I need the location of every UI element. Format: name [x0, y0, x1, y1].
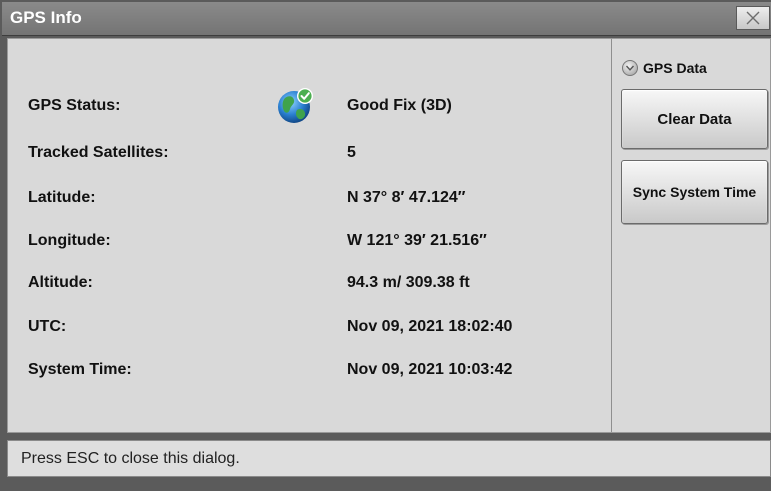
close-button[interactable]	[736, 6, 770, 30]
clear-data-button[interactable]: Clear Data	[621, 89, 768, 149]
globe-check-icon	[278, 88, 313, 123]
dialog-title: GPS Info	[10, 8, 82, 27]
gps-status-label: GPS Status:	[28, 97, 121, 114]
longitude-value: W 121° 39′ 21.516″	[347, 232, 487, 249]
satellites-value: 5	[347, 144, 356, 161]
latitude-value: N 37° 8′ 47.124″	[347, 189, 466, 206]
gps-info-dialog: GPS Info GPS Status: Good Fix (3D) Track…	[0, 0, 771, 491]
altitude-value: 94.3 m/ 309.38 ft	[347, 274, 470, 291]
system-time-value: Nov 09, 2021 10:03:42	[347, 361, 513, 378]
title-bar: GPS Info	[2, 2, 771, 36]
gps-data-toggle[interactable]: GPS Data	[622, 60, 707, 76]
close-icon	[746, 11, 760, 25]
info-panel: GPS Status: Good Fix (3D) Tracked Satell…	[7, 38, 771, 433]
status-bar: Press ESC to close this dialog.	[7, 440, 771, 477]
longitude-label: Longitude:	[28, 232, 111, 249]
chevron-down-icon	[622, 60, 638, 76]
status-text: Press ESC to close this dialog.	[21, 450, 240, 467]
utc-value: Nov 09, 2021 18:02:40	[347, 318, 513, 335]
satellites-label: Tracked Satellites:	[28, 144, 169, 161]
sync-system-time-button[interactable]: Sync System Time	[621, 160, 768, 224]
actions-panel: GPS Data Clear Data Sync System Time	[611, 39, 771, 432]
latitude-label: Latitude:	[28, 189, 96, 206]
system-time-label: System Time:	[28, 361, 132, 378]
altitude-label: Altitude:	[28, 274, 93, 291]
gps-data-label: GPS Data	[643, 60, 707, 76]
gps-status-value: Good Fix (3D)	[347, 97, 452, 114]
utc-label: UTC:	[28, 318, 67, 335]
